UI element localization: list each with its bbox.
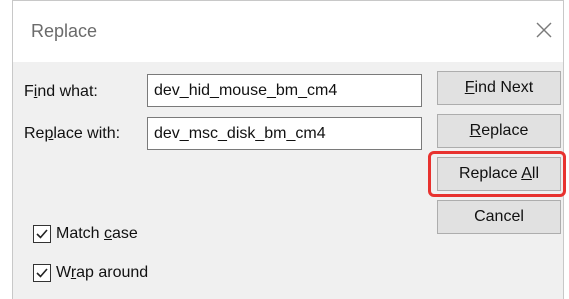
match-case-checkbox[interactable] [33, 225, 51, 243]
replace-button[interactable]: Replace [437, 114, 561, 148]
find-what-label: Find what: [24, 83, 98, 100]
find-what-input[interactable]: dev_hid_mouse_bm_cm4 [147, 74, 422, 107]
checkmark-icon [36, 229, 48, 239]
match-case-label: Match case [56, 225, 138, 242]
close-icon[interactable] [533, 19, 555, 41]
wrap-around-option[interactable]: Wrap around [33, 262, 148, 284]
match-case-option[interactable]: Match case [33, 223, 138, 245]
wrap-around-checkbox[interactable] [33, 264, 51, 282]
replace-with-label: Replace with: [24, 125, 121, 142]
cancel-button[interactable]: Cancel [437, 200, 561, 234]
replace-with-input[interactable]: dev_msc_disk_bm_cm4 [147, 117, 422, 150]
dialog-title: Replace [31, 21, 98, 41]
wrap-around-label: Wrap around [56, 264, 149, 281]
replace-all-button[interactable]: Replace All [437, 157, 561, 191]
find-next-button[interactable]: Find Next [437, 71, 561, 105]
checkmark-icon [36, 268, 48, 278]
title-bar: Replace [13, 0, 563, 62]
replace-dialog: Replace Find what: dev_hid_mouse_bm_cm4 … [12, 0, 566, 299]
